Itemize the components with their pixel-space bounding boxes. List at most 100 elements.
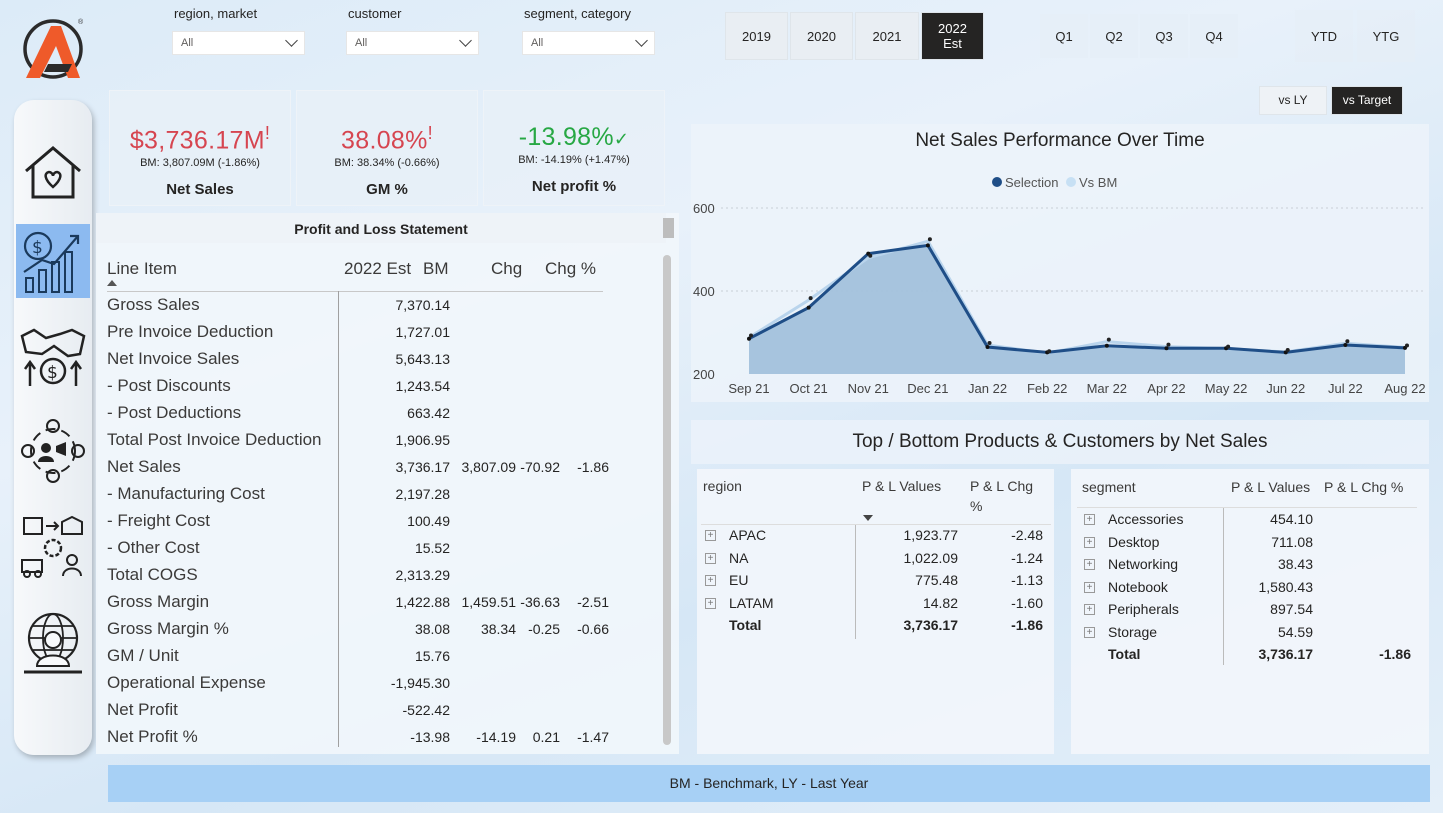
pl-row[interactable]: - Other Cost 15.52 <box>107 538 667 565</box>
year-2021-button[interactable]: 2021 <box>855 12 919 60</box>
bm-point[interactable] <box>1166 342 1171 347</box>
segment-row[interactable]: + Accessories 454.10 <box>1071 511 1429 533</box>
year-2019-button[interactable]: 2019 <box>725 12 788 60</box>
cell-chg-pct: -1.86 <box>577 459 609 475</box>
quarter-q4-button[interactable]: Q4 <box>1190 14 1238 58</box>
nav-sales[interactable]: $ <box>16 320 90 394</box>
segment-total-row[interactable]: Total 3,736.17 -1.86 <box>1071 646 1429 668</box>
pl-scrollbar[interactable] <box>663 255 671 745</box>
nav-finance[interactable]: $ <box>16 224 90 298</box>
legend-label[interactable]: Vs BM <box>1079 175 1117 190</box>
region-row[interactable]: + APAC 1,923.77 -2.48 <box>697 527 1054 549</box>
header-bm[interactable]: BM <box>423 259 449 279</box>
expand-plus-icon[interactable]: + <box>1084 581 1095 593</box>
ytd-button[interactable]: YTD <box>1295 10 1353 62</box>
header-pl-chg-pct[interactable]: % <box>970 498 982 514</box>
bm-point[interactable] <box>808 296 813 301</box>
region-row[interactable]: + EU 775.48 -1.13 <box>697 572 1054 594</box>
selection-point[interactable] <box>1104 343 1109 348</box>
bm-point[interactable] <box>1047 349 1052 354</box>
header-pl-chg-pct[interactable]: P & L Chg % <box>1324 479 1403 495</box>
region-header-row: region P & L Values P & L Chg % <box>697 478 1054 514</box>
header-pl-chg[interactable]: P & L Chg <box>970 478 1033 494</box>
header-chg[interactable]: Chg <box>491 259 522 279</box>
segment-row[interactable]: + Peripherals 897.54 <box>1071 601 1429 623</box>
region-row[interactable]: + NA 1,022.09 -1.24 <box>697 550 1054 572</box>
expand-plus-icon[interactable]: + <box>1084 536 1095 548</box>
pl-row[interactable]: Operational Expense -1,945.30 <box>107 673 667 700</box>
pl-row[interactable]: Total Post Invoice Deduction 1,906.95 <box>107 430 667 457</box>
pl-row[interactable]: Net Invoice Sales 5,643.13 <box>107 349 667 376</box>
bm-point[interactable] <box>1226 344 1231 349</box>
expand-plus-icon[interactable]: + <box>1084 626 1095 638</box>
bm-point[interactable] <box>749 333 753 338</box>
quarter-q1-button[interactable]: Q1 <box>1040 14 1088 58</box>
year-2022-est-button[interactable]: 2022 Est <box>921 12 984 60</box>
pl-row[interactable]: - Manufacturing Cost 2,197.28 <box>107 484 667 511</box>
nav-home[interactable] <box>16 135 90 209</box>
pl-row[interactable]: - Freight Cost 100.49 <box>107 511 667 538</box>
year-2020-button[interactable]: 2020 <box>790 12 853 60</box>
expand-plus-icon[interactable]: + <box>1084 604 1095 615</box>
net-sales-area-chart[interactable]: 200 400 600 Selection Vs BM Sep 21 Oct 21 Nov 2… <box>691 166 1429 402</box>
customer-dropdown[interactable]: All <box>346 31 479 55</box>
top-bottom-title: Top / Bottom Products & Customers by Net… <box>691 420 1429 464</box>
nav-marketing[interactable] <box>16 414 90 488</box>
pl-row[interactable]: - Post Discounts 1,243.54 <box>107 376 667 403</box>
pl-row[interactable]: - Post Deductions 663.42 <box>107 403 667 430</box>
selection-point[interactable] <box>985 345 990 350</box>
header-year[interactable]: 2022 Est <box>344 259 411 279</box>
bm-point[interactable] <box>927 237 932 242</box>
bm-point[interactable] <box>1405 343 1409 348</box>
segment-row[interactable]: + Desktop 711.08 <box>1071 534 1429 556</box>
pl-row[interactable]: GM / Unit 15.76 <box>107 646 667 673</box>
header-pl-values[interactable]: P & L Values <box>862 478 941 494</box>
quarter-q2-button[interactable]: Q2 <box>1090 14 1138 58</box>
segment-category-dropdown[interactable]: All <box>522 31 655 55</box>
selection-point[interactable] <box>1164 346 1169 351</box>
bm-point[interactable] <box>987 340 992 345</box>
segment-row[interactable]: + Storage 54.59 <box>1071 624 1429 646</box>
segment-row[interactable]: + Notebook 1,580.43 <box>1071 579 1429 601</box>
selection-point[interactable] <box>925 243 930 248</box>
expand-plus-icon[interactable]: + <box>705 575 716 586</box>
legend-label[interactable]: Selection <box>1005 175 1058 190</box>
bm-point[interactable] <box>1285 348 1290 353</box>
bm-point[interactable] <box>868 253 873 258</box>
nav-executive[interactable] <box>16 606 90 680</box>
expand-plus-icon[interactable]: + <box>1084 559 1095 570</box>
vs-target-button[interactable]: vs Target <box>1331 86 1403 115</box>
region-row[interactable]: + LATAM 14.82 -1.60 <box>697 595 1054 617</box>
pl-row[interactable]: Net Sales 3,736.17 3,807.09 -70.92 -1.86 <box>107 457 667 484</box>
region-total-row[interactable]: Total 3,736.17 -1.86 <box>697 617 1054 639</box>
header-chg-pct[interactable]: Chg % <box>545 259 596 279</box>
nav-supply-chain[interactable] <box>16 510 90 584</box>
header-segment[interactable]: segment <box>1082 479 1136 495</box>
pl-row[interactable]: Net Profit % -13.98 -14.19 0.21 -1.47 <box>107 727 667 754</box>
header-pl-values[interactable]: P & L Values <box>1231 479 1310 495</box>
expand-plus-icon[interactable]: + <box>705 552 716 564</box>
pl-row[interactable]: Pre Invoice Deduction 1,727.01 <box>107 322 667 349</box>
expand-plus-icon[interactable]: + <box>1084 514 1095 525</box>
pl-row[interactable]: Gross Margin % 38.08 38.34 -0.25 -0.66 <box>107 619 667 646</box>
bm-point[interactable] <box>1345 339 1350 344</box>
pl-row[interactable]: Gross Sales 7,370.14 <box>107 295 667 322</box>
pl-row[interactable]: Gross Margin 1,422.88 1,459.51 -36.63 -2.51 <box>107 592 667 619</box>
segment-row[interactable]: + Networking 38.43 <box>1071 556 1429 578</box>
selection-point[interactable] <box>1343 342 1348 347</box>
header-region[interactable]: region <box>703 478 742 494</box>
quarter-q3-button[interactable]: Q3 <box>1140 14 1188 58</box>
sort-descending-icon[interactable] <box>863 515 873 521</box>
ytg-button[interactable]: YTG <box>1357 10 1415 62</box>
vs-ly-button[interactable]: vs LY <box>1259 86 1327 115</box>
expand-plus-icon[interactable]: + <box>705 597 716 609</box>
header-line-item[interactable]: Line Item <box>107 259 177 279</box>
region-market-dropdown[interactable]: All <box>172 31 305 55</box>
sort-ascending-icon[interactable] <box>107 280 117 286</box>
scroll-up-button[interactable] <box>663 218 674 238</box>
pl-row[interactable]: Total COGS 2,313.29 <box>107 565 667 592</box>
selection-point[interactable] <box>806 305 811 310</box>
pl-row[interactable]: Net Profit -522.42 <box>107 700 667 727</box>
bm-point[interactable] <box>1106 337 1111 342</box>
expand-plus-icon[interactable]: + <box>705 530 716 541</box>
